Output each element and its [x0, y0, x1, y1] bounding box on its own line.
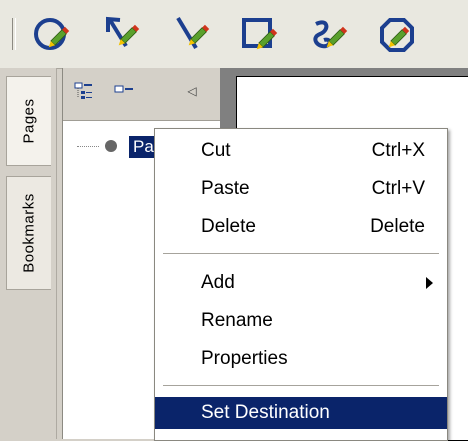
polygon-pencil-icon [380, 18, 414, 52]
freehand-tool-button[interactable] [306, 14, 352, 54]
menu-item-properties[interactable]: Properties [155, 343, 447, 375]
panel-header: ◁ [63, 68, 221, 121]
bookmark-bullet-icon [105, 140, 117, 152]
tree-connector [77, 146, 99, 148]
menu-item-label: Cut [201, 140, 231, 161]
menu-item-paste[interactable]: Paste Ctrl+V [155, 173, 447, 205]
tab-bookmarks[interactable]: Bookmarks [6, 176, 51, 290]
menu-separator [163, 253, 439, 255]
menu-item-label: Rename [201, 310, 273, 331]
expand-tree-icon[interactable] [73, 80, 95, 102]
arrow-tool-button[interactable] [98, 14, 144, 54]
collapse-tree-icon[interactable] [113, 80, 135, 102]
menu-item-shortcut: Ctrl+V [371, 178, 425, 199]
toolbar-grip[interactable] [12, 18, 16, 50]
annotation-toolbar [0, 0, 468, 69]
menu-separator [163, 385, 439, 387]
collapse-panel-icon[interactable]: ◁ [185, 84, 199, 98]
menu-item-label: Set Destination [201, 402, 330, 423]
menu-item-label: Delete [201, 216, 256, 237]
navigation-tabs: Pages Bookmarks [0, 68, 57, 439]
rectangle-tool-button[interactable] [238, 14, 284, 54]
menu-item-label: Add [201, 272, 235, 293]
arrow-pencil-icon [106, 16, 140, 48]
rectangle-pencil-icon [242, 18, 278, 50]
context-menu: Cut Ctrl+X Paste Ctrl+V Delete Delete Ad… [154, 128, 448, 441]
submenu-arrow-icon [426, 277, 433, 289]
tab-pages[interactable]: Pages [6, 76, 51, 166]
line-tool-button[interactable] [168, 14, 214, 54]
menu-item-add[interactable]: Add [155, 267, 447, 299]
circle-pencil-icon [34, 18, 70, 50]
menu-item-rename[interactable]: Rename [155, 305, 447, 337]
polygon-tool-button[interactable] [376, 14, 422, 54]
circle-tool-button[interactable] [30, 14, 76, 54]
tab-pages-label: Pages [20, 98, 38, 144]
menu-item-shortcut: Delete [370, 216, 425, 237]
freehand-pencil-icon [313, 20, 348, 49]
tab-bookmarks-label: Bookmarks [20, 193, 38, 273]
line-pencil-icon [176, 16, 210, 50]
menu-item-delete[interactable]: Delete Delete [155, 211, 447, 243]
menu-item-label: Paste [201, 178, 250, 199]
menu-item-label: Properties [201, 348, 288, 369]
menu-item-cut[interactable]: Cut Ctrl+X [155, 135, 447, 167]
menu-item-set-destination[interactable]: Set Destination [155, 397, 447, 429]
menu-item-shortcut: Ctrl+X [371, 140, 425, 161]
